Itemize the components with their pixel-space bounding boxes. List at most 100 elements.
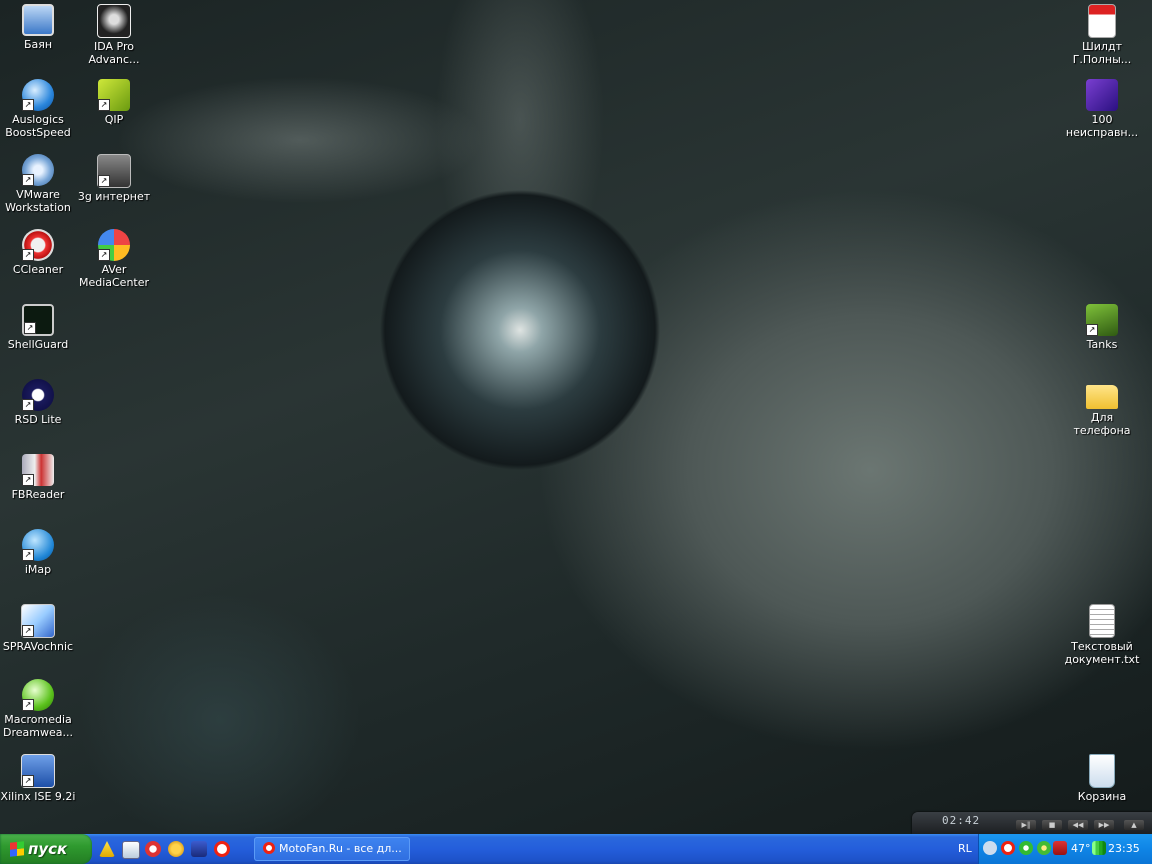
start-label: пуск <box>28 840 68 858</box>
desktop-icon-vmware[interactable]: ↗ VMware Workstation <box>0 154 76 214</box>
icon-label: 100 неисправн... <box>1065 113 1139 139</box>
tray-temperature: 47° <box>1071 842 1091 855</box>
taskbar-button-opera[interactable]: MotoFan.Ru - все дл... <box>254 837 410 861</box>
xilinx-icon: ↗ <box>21 754 55 788</box>
eject-button[interactable]: ▲ <box>1124 820 1144 830</box>
icon-label: Tanks <box>1086 338 1118 351</box>
desktop-icon-fbreader[interactable]: ↗ FBReader <box>0 454 76 501</box>
desktop-icon-dreamweaver[interactable]: ↗ Macromedia Dreamwea... <box>0 679 76 739</box>
stop-button[interactable]: ■ <box>1042 820 1062 830</box>
shortcut-arrow-icon: ↗ <box>24 322 36 334</box>
signal-strength-icon[interactable] <box>1092 841 1106 855</box>
tray-expand-icon[interactable] <box>983 841 997 855</box>
desktop-icon-ida-pro[interactable]: IDA Pro Advanc... <box>76 4 152 66</box>
next-button[interactable]: ▶▶ <box>1094 820 1114 830</box>
text-file-icon <box>1089 604 1115 638</box>
desktop-icon-xilinx[interactable]: ↗ Xilinx ISE 9.2i <box>0 754 76 803</box>
ccleaner-icon: ↗ <box>22 229 54 261</box>
icon-label: Для телефона <box>1073 411 1131 437</box>
dreamweaver-icon: ↗ <box>22 679 54 711</box>
shortcut-arrow-icon: ↗ <box>98 175 110 187</box>
imap-icon: ↗ <box>22 529 54 561</box>
desktop-icon-folder[interactable]: Для телефона <box>1064 379 1140 437</box>
media-player-time: 02:42 <box>942 814 981 827</box>
floppy-save-icon[interactable] <box>191 841 207 857</box>
qip-flower-icon[interactable] <box>1037 841 1051 855</box>
recycle-bin-icon <box>1089 754 1115 788</box>
desktop-icon-100-neispravn[interactable]: 100 неисправн... <box>1064 79 1140 139</box>
fbreader-icon: ↗ <box>22 454 54 486</box>
tank-icon: ↗ <box>1086 304 1118 336</box>
start-button[interactable]: пуск <box>0 834 92 864</box>
desktop-icon-qip[interactable]: ↗ QIP <box>76 79 152 126</box>
taskbar: пуск MotoFan.Ru - все дл... RL 47° 23:35 <box>0 834 1152 864</box>
icon-label: Текстовый документ.txt <box>1064 640 1140 666</box>
icon-label: Корзина <box>1077 790 1127 803</box>
icon-label: AVer MediaCenter <box>78 263 150 289</box>
browser-quicklaunch-icon[interactable] <box>145 841 161 857</box>
motorola-icon: ↗ <box>22 379 54 411</box>
desktop-icon-tanks[interactable]: ↗ Tanks <box>1064 304 1140 351</box>
auslogics-icon: ↗ <box>22 79 54 111</box>
icon-label: Xilinx ISE 9.2i <box>0 790 76 803</box>
icon-label: Баян <box>23 38 53 51</box>
desktop-icon-rsd-lite[interactable]: ↗ RSD Lite <box>0 379 76 426</box>
shortcut-arrow-icon: ↗ <box>98 99 110 111</box>
document-quicklaunch-icon[interactable] <box>122 841 140 859</box>
language-indicator[interactable]: RL <box>958 834 972 864</box>
shortcut-arrow-icon: ↗ <box>22 699 34 711</box>
desktop-icon-aver[interactable]: ↗ AVer MediaCenter <box>76 229 152 289</box>
desktop-icon-auslogics[interactable]: ↗ Auslogics BoostSpeed <box>0 79 76 139</box>
icon-label: QIP <box>104 113 124 126</box>
aver-icon: ↗ <box>98 229 130 261</box>
folder-icon <box>1086 385 1118 409</box>
spravochnic-icon: ↗ <box>21 604 55 638</box>
shortcut-arrow-icon: ↗ <box>22 549 34 561</box>
windows-logo-icon <box>10 841 24 857</box>
modem-icon: ↗ <box>97 154 131 188</box>
shortcut-arrow-icon: ↗ <box>22 249 34 261</box>
desktop-icon-recycle-bin[interactable]: Корзина <box>1064 754 1140 803</box>
icon-label: Шилдт Г.Полны... <box>1072 40 1132 66</box>
desktop-icon-text-doc[interactable]: Текстовый документ.txt <box>1064 604 1140 666</box>
icon-label: iMap <box>24 563 52 576</box>
shortcut-arrow-icon: ↗ <box>22 625 34 637</box>
desktop-icon-bayan[interactable]: Баян <box>0 4 76 51</box>
previous-button[interactable]: ◀◀ <box>1068 820 1088 830</box>
vmware-icon: ↗ <box>22 154 54 186</box>
desktop-icon-spravochnic[interactable]: ↗ SPRAVochnic <box>0 604 76 653</box>
desktop-icon-shellguard[interactable]: ↗ ShellGuard <box>0 304 76 351</box>
icon-label: RSD Lite <box>14 413 62 426</box>
icon-label: VMware Workstation <box>5 188 71 214</box>
icon-label: CCleaner <box>12 263 64 276</box>
icon-label: 3g интернет <box>77 190 151 203</box>
warning-icon[interactable] <box>99 841 115 857</box>
media-player-minibar[interactable]: 02:42 ▶‖ ■ ◀◀ ▶▶ ▲ <box>912 812 1152 834</box>
desktop[interactable]: Баян ↗ Auslogics BoostSpeed ↗ VMware Wor… <box>0 0 1152 834</box>
clock[interactable]: 23:35 <box>1108 834 1140 864</box>
shellguard-icon: ↗ <box>22 304 54 336</box>
media-tray-icon[interactable] <box>1053 841 1067 855</box>
pdf-icon <box>1088 4 1116 38</box>
opera-icon <box>263 842 275 854</box>
icon-label: Auslogics BoostSpeed <box>5 113 71 139</box>
desktop-icon-3g[interactable]: ↗ 3g интернет <box>76 154 152 203</box>
shortcut-arrow-icon: ↗ <box>22 174 34 186</box>
desktop-icon-imap[interactable]: ↗ iMap <box>0 529 76 576</box>
play-pause-button[interactable]: ▶‖ <box>1016 820 1036 830</box>
qip-icon: ↗ <box>98 79 130 111</box>
shortcut-arrow-icon: ↗ <box>98 249 110 261</box>
document-icon <box>1086 79 1118 111</box>
icq-flower-icon[interactable] <box>1019 841 1033 855</box>
shortcut-arrow-icon: ↗ <box>22 775 34 787</box>
app-quicklaunch-icon[interactable] <box>168 841 184 857</box>
icon-label: ShellGuard <box>7 338 69 351</box>
opera-tray-icon[interactable] <box>1001 841 1015 855</box>
opera-quicklaunch-icon[interactable] <box>214 841 230 857</box>
shortcut-arrow-icon: ↗ <box>1086 324 1098 336</box>
desktop-icon-pdf[interactable]: Шилдт Г.Полны... <box>1064 4 1140 66</box>
shortcut-arrow-icon: ↗ <box>22 99 34 111</box>
task-label: MotoFan.Ru - все дл... <box>279 842 402 855</box>
ida-pro-icon <box>97 4 131 38</box>
desktop-icon-ccleaner[interactable]: ↗ CCleaner <box>0 229 76 276</box>
